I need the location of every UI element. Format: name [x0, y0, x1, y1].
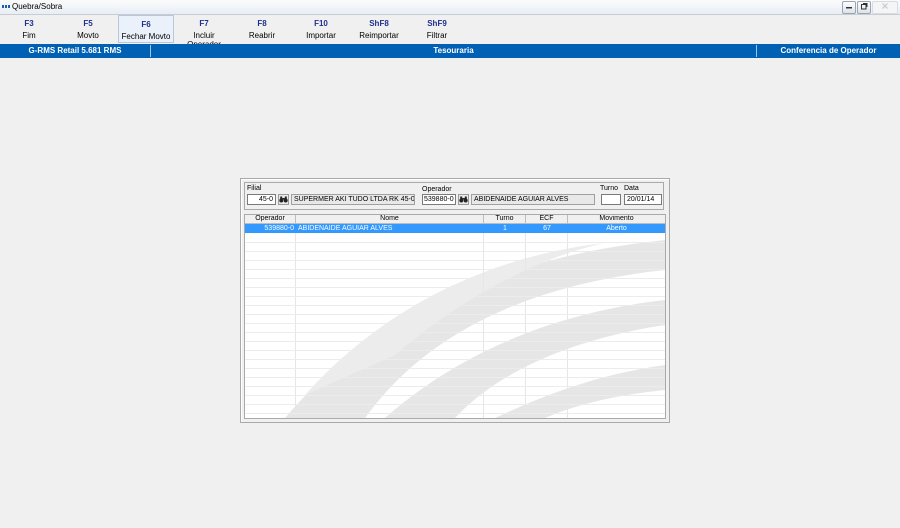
binoculars-icon[interactable]: [458, 194, 469, 205]
operador-grid[interactable]: Operador Nome Turno ECF Movimento 539880…: [244, 214, 666, 419]
row-divider: [245, 350, 665, 351]
cell-movimento: Aberto: [606, 225, 627, 232]
row-divider: [245, 260, 665, 261]
column-header-nome[interactable]: Nome: [296, 215, 484, 224]
row-divider: [245, 404, 665, 405]
row-divider: [245, 395, 665, 396]
close-icon: [882, 3, 888, 9]
row-divider: [245, 305, 665, 306]
operador-label: Operador: [422, 186, 452, 193]
filter-group: Filial 45-0 SUPERMER AKI TUDO LTDA RK 45…: [244, 182, 664, 210]
column-header-ecf[interactable]: ECF: [526, 215, 568, 224]
row-divider: [245, 287, 665, 288]
conferencia-panel: Filial 45-0 SUPERMER AKI TUDO LTDA RK 45…: [240, 178, 670, 423]
cell-nome: ABIDENAIDE AGUIAR ALVES: [298, 225, 393, 232]
restore-icon: [861, 3, 868, 10]
row-divider: [245, 368, 665, 369]
fechar-movto-label: Fechar Movto: [121, 32, 171, 41]
filial-name-field: SUPERMER AKI TUDO LTDA RK 45-0: [291, 194, 415, 205]
column-divider: [567, 224, 568, 418]
cell-ecf: 67: [543, 225, 551, 232]
turno-field[interactable]: [601, 194, 621, 205]
row-divider: [245, 341, 665, 342]
cell-operador: 539880-0: [264, 225, 294, 232]
column-divider: [525, 224, 526, 418]
movto-label: Movto: [77, 31, 99, 40]
filtrar-button[interactable]: ShF9 Filtrar: [414, 15, 460, 43]
minimize-button[interactable]: [842, 1, 856, 14]
reabrir-button[interactable]: F8 Reabrir: [240, 15, 284, 43]
column-divider: [483, 224, 484, 418]
reabrir-key: F8: [257, 19, 267, 28]
fechar-movto-button[interactable]: F6 Fechar Movto: [118, 15, 174, 43]
turno-label: Turno: [600, 185, 619, 192]
restore-button[interactable]: [857, 1, 871, 14]
reimportar-label: Reimportar: [359, 31, 399, 40]
function-key-toolbar: F3 Fim F5 Movto F6 Fechar Movto F7 Inclu…: [0, 15, 900, 49]
filial-code-field[interactable]: 45-0: [247, 194, 276, 205]
row-divider: [245, 314, 665, 315]
module-bar: G-RMS Retail 5.681 RMS Tesouraria Confer…: [0, 44, 900, 58]
binoculars-icon[interactable]: [278, 194, 289, 205]
column-header-operador[interactable]: Operador: [245, 215, 296, 224]
fim-key: F3: [24, 19, 34, 28]
row-divider: [245, 242, 665, 243]
fechar-movto-key: F6: [141, 20, 151, 29]
movto-button[interactable]: F5 Movto: [66, 15, 110, 43]
cell-turno: 1: [503, 225, 507, 232]
close-button[interactable]: [872, 1, 898, 14]
column-header-movimento[interactable]: Movimento: [568, 215, 665, 224]
row-divider: [245, 278, 665, 279]
reimportar-button[interactable]: ShF8 Reimportar: [354, 15, 404, 43]
importar-label: Importar: [306, 31, 336, 40]
row-divider: [245, 296, 665, 297]
filtrar-key: ShF9: [427, 19, 447, 28]
reabrir-label: Reabrir: [248, 31, 276, 40]
row-divider: [245, 269, 665, 270]
operador-code-field[interactable]: 539880-0: [422, 194, 456, 205]
screen-name: Conferencia de Operador: [780, 46, 877, 55]
window-title: Quebra/Sobra: [12, 2, 63, 11]
row-divider: [245, 359, 665, 360]
column-header-turno[interactable]: Turno: [484, 215, 526, 224]
app-icon: [2, 5, 10, 8]
row-divider: [245, 323, 665, 324]
row-divider: [245, 413, 665, 414]
filial-label: Filial: [247, 185, 262, 192]
minimize-icon: [846, 7, 852, 9]
title-bar: Quebra/Sobra: [0, 0, 900, 15]
fim-button[interactable]: F3 Fim: [8, 15, 50, 43]
table-row[interactable]: 539880-0 ABIDENAIDE AGUIAR ALVES 1 67 Ab…: [245, 224, 665, 233]
fim-label: Fim: [22, 31, 36, 40]
data-field[interactable]: 20/01/14: [624, 194, 662, 205]
importar-key: F10: [314, 19, 328, 28]
row-divider: [245, 377, 665, 378]
incluir-operador-key: F7: [199, 19, 209, 28]
module-name: Tesouraria: [433, 46, 474, 55]
row-divider: [245, 386, 665, 387]
filtrar-label: Filtrar: [426, 31, 448, 40]
importar-button[interactable]: F10 Importar: [298, 15, 344, 43]
row-divider: [245, 251, 665, 252]
column-divider: [295, 224, 296, 418]
app-version: G-RMS Retail 5.681 RMS: [28, 46, 122, 55]
data-label: Data: [624, 185, 639, 192]
movto-key: F5: [83, 19, 93, 28]
logo-watermark: [285, 240, 665, 418]
reimportar-key: ShF8: [369, 19, 389, 28]
operador-name-field: ABIDENAIDE AGUIAR ALVES: [471, 194, 595, 205]
row-divider: [245, 332, 665, 333]
incluir-operador-button[interactable]: F7 Incluir Operador: [176, 15, 232, 49]
